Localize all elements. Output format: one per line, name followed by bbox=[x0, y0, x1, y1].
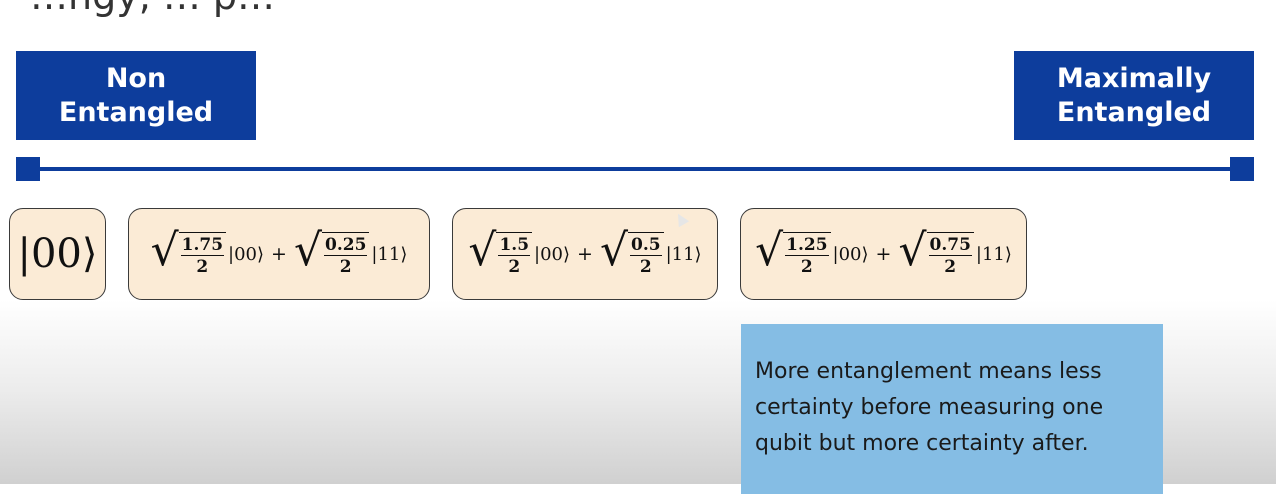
sqrt: √ 0.5 2 bbox=[599, 224, 664, 277]
sqrt-sign: √ bbox=[599, 224, 628, 276]
non-entangled-label-line1: Non bbox=[105, 62, 167, 94]
note-text: More entanglement means less certainty b… bbox=[755, 359, 1104, 456]
plus-sign: + bbox=[577, 243, 593, 265]
sqrt-sign: √ bbox=[755, 224, 784, 276]
ket-11: |11⟩ bbox=[371, 243, 408, 265]
state-term-11: √ 0.75 2 |11⟩ bbox=[898, 224, 1012, 277]
sqrt: √ 1.75 2 bbox=[150, 224, 227, 277]
ket-11: |11⟩ bbox=[975, 243, 1012, 265]
sqrt: √ 1.25 2 bbox=[755, 224, 831, 277]
maximally-entangled-label: Maximally Entangled bbox=[1014, 51, 1254, 140]
ket-00: |00⟩ bbox=[832, 243, 869, 265]
scale-endpoint-right bbox=[1230, 157, 1254, 181]
ket-11: |11⟩ bbox=[665, 243, 702, 265]
sqrt: √ 0.75 2 bbox=[898, 224, 974, 277]
entanglement-scale-line bbox=[28, 167, 1242, 171]
fraction-denominator: 2 bbox=[639, 256, 652, 277]
sqrt-sign: √ bbox=[150, 224, 179, 276]
fraction-denominator: 2 bbox=[196, 256, 209, 277]
fraction-numerator: 1.5 bbox=[498, 234, 531, 256]
fraction-denominator: 2 bbox=[508, 256, 521, 277]
non-entangled-label-line2: Entangled bbox=[58, 96, 214, 128]
state-term-11: √ 0.5 2 |11⟩ bbox=[599, 224, 702, 277]
fraction: 1.25 2 bbox=[785, 234, 829, 277]
fraction-numerator: 1.25 bbox=[785, 234, 829, 256]
ket-00: |00⟩ bbox=[228, 243, 265, 265]
fraction-denominator: 2 bbox=[944, 256, 957, 277]
fraction: 0.25 2 bbox=[324, 234, 368, 277]
fraction-numerator: 0.25 bbox=[324, 234, 368, 256]
fraction-numerator: 0.75 bbox=[928, 234, 972, 256]
plus-sign: + bbox=[271, 243, 287, 265]
fraction-denominator: 2 bbox=[800, 256, 813, 277]
state-ket: |00⟩ bbox=[17, 231, 98, 277]
fraction: 1.5 2 bbox=[498, 234, 531, 277]
radicand: 1.25 2 bbox=[783, 231, 831, 277]
state-box-3: √ 1.25 2 |00⟩ + √ 0.75 2 |11⟩ bbox=[740, 208, 1027, 300]
state-term-11: √ 0.25 2 |11⟩ bbox=[293, 224, 408, 277]
sqrt: √ 1.5 2 bbox=[468, 224, 533, 277]
scale-endpoint-left bbox=[16, 157, 40, 181]
radicand: 0.25 2 bbox=[322, 231, 370, 277]
fraction: 0.5 2 bbox=[630, 235, 662, 277]
radicand: 0.75 2 bbox=[926, 231, 974, 277]
ket-00: |00⟩ bbox=[534, 243, 571, 265]
radicand: 1.75 2 bbox=[178, 231, 227, 277]
sqrt-sign: √ bbox=[468, 224, 497, 276]
fraction: 1.75 2 bbox=[180, 234, 225, 277]
state-term-00: √ 1.5 2 |00⟩ bbox=[468, 224, 571, 277]
state-box-product: |00⟩ bbox=[9, 208, 106, 300]
maximally-entangled-label-line2: Entangled bbox=[1056, 96, 1212, 128]
fraction-numerator: 0.5 bbox=[630, 234, 662, 256]
sqrt: √ 0.25 2 bbox=[293, 224, 370, 277]
radicand: 1.5 2 bbox=[496, 231, 533, 277]
non-entangled-label: Non Entangled bbox=[16, 51, 256, 140]
sqrt-sign: √ bbox=[293, 224, 322, 276]
note-callout: More entanglement means less certainty b… bbox=[741, 324, 1163, 494]
maximally-entangled-label-line1: Maximally bbox=[1056, 62, 1212, 94]
plus-sign: + bbox=[875, 243, 892, 265]
radicand: 0.5 2 bbox=[628, 231, 664, 277]
fraction-numerator: 1.75 bbox=[180, 234, 225, 256]
fraction-denominator: 2 bbox=[339, 256, 352, 277]
state-box-1: √ 1.75 2 |00⟩ + √ 0.25 2 |11⟩ bbox=[128, 208, 430, 300]
fraction: 0.75 2 bbox=[928, 234, 972, 277]
state-term-00: √ 1.25 2 |00⟩ bbox=[755, 224, 869, 277]
clipped-heading: …ngy, … p… bbox=[30, 0, 275, 18]
state-term-00: √ 1.75 2 |00⟩ bbox=[150, 224, 265, 277]
sqrt-sign: √ bbox=[898, 224, 927, 276]
